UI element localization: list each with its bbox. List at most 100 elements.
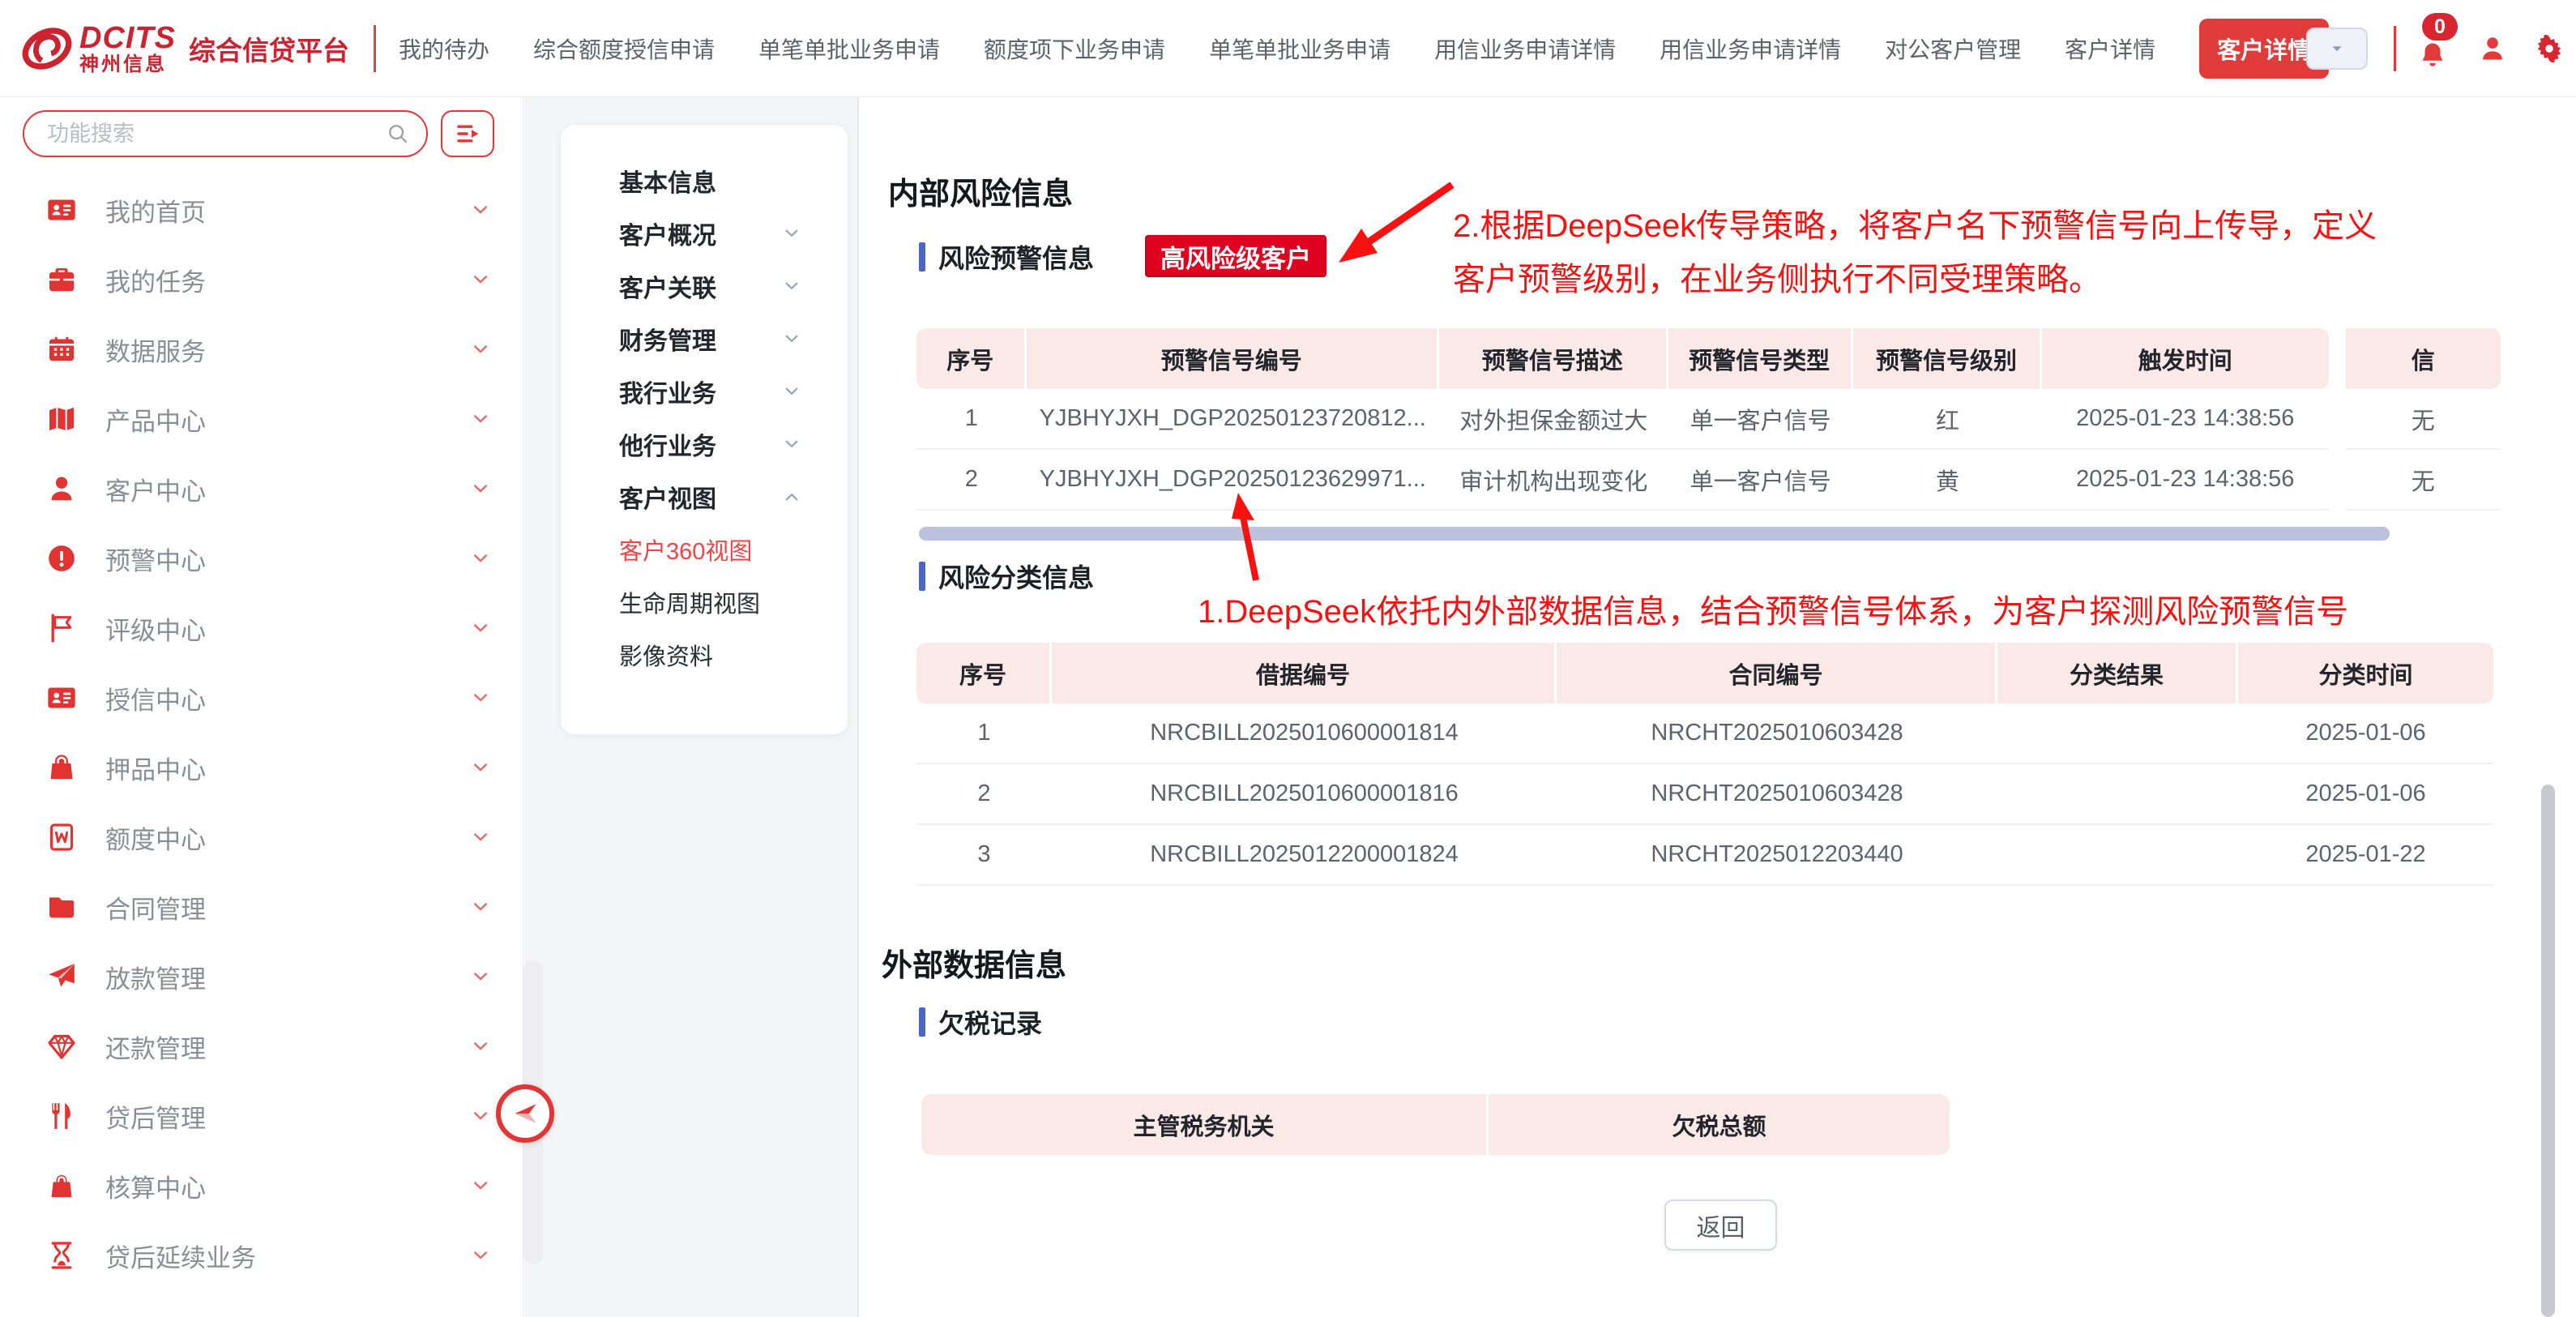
top-nav-item[interactable]: 对公客户管理	[1885, 32, 2021, 65]
data-table: 主管税务机关欠税总额	[921, 1094, 1950, 1155]
subnav-item[interactable]: 基本信息	[561, 154, 848, 207]
sidebar-item[interactable]: 产品中心	[0, 384, 523, 454]
sidebar-item[interactable]: 还款管理	[0, 1011, 523, 1081]
table-cell: NRCHT2025010603428	[1557, 703, 1997, 764]
sidebar-item[interactable]: 合同管理	[0, 872, 523, 942]
table-cell	[1997, 703, 2238, 764]
annotation-strategy-line1: 2.根据DeepSeek传导策略，将客户名下预警信号向上传导，定义	[1453, 199, 2377, 253]
alert-icon	[45, 542, 78, 575]
page-vertical-scrollbar[interactable]	[2541, 785, 2555, 1317]
top-nav-item[interactable]: 额度项下业务申请	[984, 32, 1165, 65]
table-row[interactable]: 2NRCBILL2025010600001816NRCHT20250106034…	[916, 764, 2493, 825]
caret-down-icon	[2326, 38, 2347, 59]
sidebar-item-label: 贷后管理	[105, 1098, 469, 1135]
chevron-down-icon	[469, 965, 492, 988]
main-content: 内部风险信息 风险预警信息 高风险级客户 2.根据DeepSeek传导策略，将客…	[859, 97, 2576, 1317]
brand-logo[interactable]: DCITS 神州信息 综合信贷平台	[0, 21, 349, 76]
table-cell: NRCHT2025012203440	[1557, 825, 1997, 886]
sidebar-item[interactable]: 数据服务	[0, 314, 523, 384]
sidebar-item[interactable]: 我的首页	[0, 175, 523, 245]
map-icon	[45, 403, 78, 435]
subnav-child[interactable]: 影像资料	[561, 628, 848, 681]
table-row[interactable]: 1YJBHYJXH_DGP20250123720812...对外担保金额过大单一…	[916, 389, 2501, 450]
bell-icon	[2417, 41, 2448, 71]
top-nav-item[interactable]: 用信业务申请详情	[1660, 32, 1841, 65]
customer-view-card: 基本信息客户概况客户关联财务管理我行业务他行业务客户视图客户360视图生命周期视…	[560, 124, 848, 735]
menu-list-icon	[454, 120, 481, 148]
sidebar-item[interactable]: 押品中心	[0, 733, 523, 802]
user-profile-icon[interactable]	[2477, 33, 2508, 64]
top-nav-item[interactable]: 我的待办	[399, 32, 489, 65]
sidebar-item[interactable]: 评级中心	[0, 593, 523, 663]
column-header: 预警信号编号	[1027, 328, 1439, 389]
sidebar-item[interactable]: 核算中心	[0, 1151, 523, 1221]
table-cell: 2	[916, 450, 1027, 511]
column-header: 预警信号描述	[1439, 328, 1668, 389]
risk-warning-table: 序号预警信号编号预警信号描述预警信号类型预警信号级别触发时间信1YJBHYJXH…	[916, 328, 2501, 511]
subnav-item[interactable]: 我行业务	[561, 365, 848, 417]
sidebar-item[interactable]: 客户中心	[0, 454, 523, 524]
sidebar-item[interactable]: 额度中心	[0, 802, 523, 872]
sidebar-item[interactable]: 我的任务	[0, 245, 523, 314]
settings-gear-icon[interactable]	[2535, 35, 2563, 62]
briefcase-icon	[45, 263, 78, 296]
chevron-down-icon	[469, 408, 492, 430]
column-header: 合同编号	[1557, 643, 1997, 703]
chevron-up-icon	[781, 486, 802, 507]
top-nav-item[interactable]: 综合额度授信申请	[533, 32, 715, 65]
left-sidebar: 我的首页我的任务数据服务产品中心客户中心预警中心评级中心授信中心押品中心额度中心…	[0, 97, 523, 1317]
back-button[interactable]: 返回	[1664, 1199, 1777, 1251]
subnav-item[interactable]: 客户概况	[561, 207, 848, 259]
top-nav-item[interactable]: 单笔单批业务申请	[1209, 32, 1391, 65]
hourglass-icon	[45, 1239, 78, 1272]
tax-section-header: 欠税记录	[919, 1005, 1042, 1039]
sidebar-item[interactable]: 贷后管理	[0, 1081, 523, 1151]
top-nav-item[interactable]: 用信业务申请详情	[1434, 32, 1616, 65]
table-row[interactable]: 1NRCBILL2025010600001814NRCHT20250106034…	[916, 703, 2493, 764]
menu-filter-button[interactable]	[441, 110, 494, 157]
chevron-down-icon	[781, 223, 802, 244]
customer-view-strip: 基本信息客户概况客户关联财务管理我行业务他行业务客户视图客户360视图生命周期视…	[524, 97, 858, 1317]
user-icon	[45, 472, 78, 505]
notifications-button[interactable]: 0	[2417, 24, 2453, 73]
column-header: 预警信号类型	[1668, 328, 1853, 389]
sidebar-item[interactable]: 放款管理	[0, 942, 523, 1011]
warning-section-header: 风险预警信息	[919, 240, 1094, 274]
cell-gap	[2329, 389, 2346, 450]
column-header: 信	[2346, 328, 2501, 389]
sidebar-item-label: 核算中心	[105, 1168, 469, 1204]
column-header: 预警信号级别	[1853, 328, 2042, 389]
brand-name: DCITS	[79, 22, 176, 54]
subnav-item[interactable]: 客户关联	[561, 259, 848, 312]
annotation-strategy: 2.根据DeepSeek传导策略，将客户名下预警信号向上传导，定义 客户预警级别…	[1453, 199, 2377, 306]
sidebar-item[interactable]: 预警中心	[0, 524, 523, 593]
sidebar-item[interactable]: 贷后延续业务	[0, 1221, 523, 1290]
top-nav-item[interactable]: 单笔单批业务申请	[758, 32, 940, 65]
search-icon	[386, 122, 410, 146]
tab-dropdown-button[interactable]	[2306, 28, 2368, 70]
table-row[interactable]: 3NRCBILL2025012200001824NRCHT20250122034…	[916, 825, 2493, 886]
subnav-item[interactable]: 客户视图	[561, 470, 848, 523]
product-title: 综合信贷平台	[189, 29, 349, 68]
chevron-down-icon	[781, 434, 802, 455]
chevron-down-icon	[469, 199, 492, 221]
subnav-child-active[interactable]: 客户360视图	[561, 523, 848, 575]
chevron-down-icon	[781, 381, 802, 402]
chevron-down-icon	[469, 756, 492, 779]
column-header: 序号	[916, 643, 1052, 703]
subnav-child[interactable]: 生命周期视图	[561, 575, 848, 628]
search-input[interactable]	[47, 122, 386, 147]
subnav-item-label: 客户关联	[619, 268, 781, 304]
chevron-down-icon	[781, 328, 802, 349]
table-horizontal-scrollbar[interactable]	[919, 527, 2390, 541]
chevron-down-icon	[469, 268, 492, 291]
table-row[interactable]: 2YJBHYJXH_DGP20250123629971...审计机构出现变化单一…	[916, 450, 2501, 511]
subnav-item[interactable]: 财务管理	[561, 312, 848, 365]
subnav-item[interactable]: 他行业务	[561, 417, 848, 470]
sidebar-item-label: 数据服务	[105, 331, 469, 368]
annotation-detect: 1.DeepSeek依托内外部数据信息，结合预警信号体系，为客户探测风险预警信号	[1198, 585, 2348, 639]
subnav-item-label: 财务管理	[619, 321, 781, 357]
top-nav-item[interactable]: 客户详情	[2065, 32, 2155, 65]
sidebar-collapse-button[interactable]	[496, 1084, 554, 1143]
sidebar-item[interactable]: 授信中心	[0, 663, 523, 733]
